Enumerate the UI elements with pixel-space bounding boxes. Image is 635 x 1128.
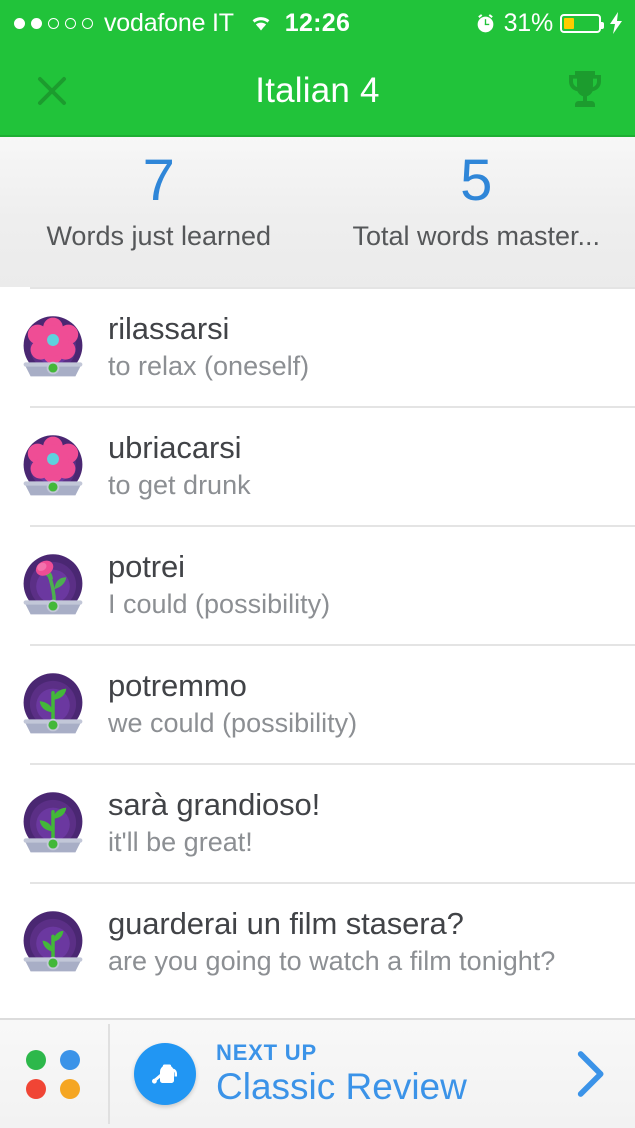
signal-dot-2 xyxy=(31,17,42,29)
word-definition: are you going to watch a film tonight? xyxy=(108,946,556,977)
word-definition: to relax (oneself) xyxy=(108,351,310,382)
stat-label: Total words master... xyxy=(352,220,601,251)
dot-green xyxy=(26,1049,46,1070)
stats-summary: 7 Words just learned 5 Total words maste… xyxy=(0,137,635,287)
chevron-right-icon[interactable] xyxy=(569,1047,609,1101)
navigation-bar: Italian 4 xyxy=(0,46,635,137)
list-item[interactable]: ubriacarsi to get drunk xyxy=(0,406,635,525)
list-item-text: potrei I could (possibility) xyxy=(108,549,330,621)
list-item-text: guarderai un film stasera? are you going… xyxy=(108,906,555,978)
next-up-text: NEXT UP Classic Review xyxy=(216,1040,467,1108)
carrier-label: vodafone IT xyxy=(104,8,234,37)
list-item[interactable]: potrei I could (possibility) xyxy=(0,525,635,644)
battery-icon xyxy=(560,13,604,33)
status-bar-right: 31% xyxy=(474,9,635,38)
status-bar: vodafone IT 12:26 31% xyxy=(0,0,635,46)
list-item-text: sarà grandioso! it'll be great! xyxy=(108,787,320,859)
stat-value: 7 xyxy=(142,148,175,213)
sprout-icon xyxy=(23,910,83,971)
signal-strength-dots xyxy=(14,17,93,29)
word-definition: to get drunk xyxy=(108,470,251,501)
alarm-clock-icon xyxy=(477,13,493,32)
word-term: potrei xyxy=(108,548,185,584)
word-definition: it'll be great! xyxy=(108,827,253,858)
signal-dot-1 xyxy=(14,17,25,29)
stat-value: 5 xyxy=(460,148,493,213)
stat-words-just-learned: 7 Words just learned xyxy=(0,137,318,252)
word-term: guarderai un film stasera? xyxy=(108,905,464,941)
word-definition: we could (possibility) xyxy=(108,708,358,739)
word-definition: I could (possibility) xyxy=(108,589,331,620)
dot-red xyxy=(26,1078,46,1099)
course-dots-button[interactable] xyxy=(26,1049,84,1099)
list-item-text: rilassarsi to relax (oneself) xyxy=(108,311,309,383)
next-up-button[interactable]: NEXT UP Classic Review xyxy=(134,1040,569,1108)
list-item[interactable]: guarderai un film stasera? are you going… xyxy=(0,882,635,1001)
flower-bloom-icon xyxy=(23,434,83,495)
list-item[interactable]: sarà grandioso! it'll be great! xyxy=(0,763,635,882)
battery-percent-label: 31% xyxy=(503,8,554,37)
bottom-bar-divider xyxy=(108,1024,110,1124)
next-up-title: Classic Review xyxy=(216,1066,467,1108)
list-item[interactable]: potremmo we could (possibility) xyxy=(0,644,635,763)
flower-bloom-icon xyxy=(23,315,83,376)
lightning-bolt-icon xyxy=(610,12,622,34)
word-term: potremmo xyxy=(108,667,247,703)
word-term: sarà grandioso! xyxy=(108,786,321,822)
watering-can-icon xyxy=(134,1043,196,1105)
word-list: rilassarsi to relax (oneself) ubriacarsi xyxy=(0,287,635,1001)
battery-fill xyxy=(564,17,575,29)
dot-orange xyxy=(59,1078,80,1099)
page-title: Italian 4 xyxy=(255,70,380,110)
list-item-text: potremmo we could (possibility) xyxy=(108,668,357,740)
bottom-bar: NEXT UP Classic Review xyxy=(0,1018,635,1128)
signal-dot-4 xyxy=(65,17,76,29)
word-term: rilassarsi xyxy=(108,310,230,346)
flower-bud-icon xyxy=(23,553,83,614)
stat-total-words-mastered: 5 Total words master... xyxy=(318,137,635,252)
next-up-kicker: NEXT UP xyxy=(216,1040,317,1066)
sprout-icon xyxy=(23,672,83,733)
wifi-icon xyxy=(252,17,270,31)
stat-label: Words just learned xyxy=(46,220,272,251)
status-bar-left: vodafone IT xyxy=(0,9,274,38)
signal-dot-5 xyxy=(82,17,93,29)
word-term: ubriacarsi xyxy=(108,429,242,465)
list-item[interactable]: rilassarsi to relax (oneself) xyxy=(0,287,635,406)
sprout-icon xyxy=(23,791,83,852)
list-item-text: ubriacarsi to get drunk xyxy=(108,430,251,502)
dot-blue xyxy=(59,1049,80,1070)
signal-dot-3 xyxy=(48,17,59,29)
